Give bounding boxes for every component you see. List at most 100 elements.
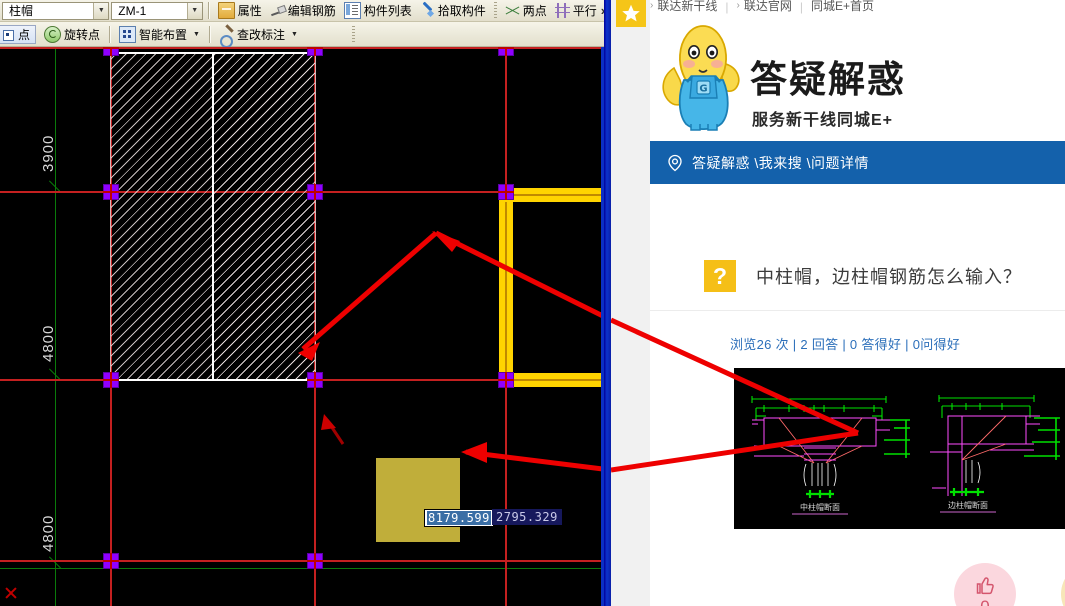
properties-label: 属性 — [237, 4, 262, 18]
smart-layout-button[interactable]: 智能布置 ▼ — [115, 25, 204, 44]
dimension-label: 3900 — [40, 134, 57, 172]
joint-node[interactable] — [103, 553, 119, 569]
joint-node[interactable] — [103, 184, 119, 200]
answer-attachment-image[interactable]: 中柱帽断面 边柱帽断面 — [734, 368, 1065, 529]
properties-button[interactable]: 属性 — [214, 1, 266, 20]
component-name-value: ZM-1 — [118, 3, 147, 18]
component-list-icon — [343, 2, 361, 19]
slab-edge-line — [110, 379, 316, 381]
location-pin-icon — [668, 154, 682, 171]
joint-node[interactable] — [307, 184, 323, 200]
properties-icon — [217, 2, 235, 19]
svg-text:G: G — [699, 84, 707, 95]
component-type-value: 柱帽 — [9, 4, 34, 18]
chevron-down-icon[interactable]: ▼ — [291, 31, 298, 38]
coordinate-input-y-value: 2795.329 — [496, 510, 558, 524]
cad-caption-left: 中柱帽断面 — [800, 502, 840, 512]
slab-divider-line — [212, 53, 214, 380]
rotate-point-label: 旋转点 — [64, 27, 101, 42]
joint-node[interactable] — [307, 372, 323, 388]
page-body: G 答疑解惑 服务新干线同城E+ 答疑解惑 \我来搜 \问题详情 ? 中柱帽，边… — [650, 14, 1065, 606]
page-left-gutter — [611, 0, 651, 606]
joint-node[interactable] — [103, 372, 119, 388]
component-list-label: 构件列表 — [363, 4, 412, 18]
joint-node[interactable] — [498, 184, 514, 200]
nav-link-xinganxian[interactable]: › 联达新干线 — [650, 0, 717, 14]
chevron-down-icon[interactable]: ▼ — [193, 31, 200, 38]
toolbar-separator — [109, 25, 111, 43]
pick-component-button[interactable]: 拾取构件 — [416, 1, 490, 20]
toolbar-separator — [208, 25, 210, 43]
site-top-navigation: › 联达新干线 | › 联达官网 | 同城E+首页 — [650, 0, 1065, 14]
edit-annotation-button[interactable]: 查改标注 ▼ — [215, 25, 302, 48]
two-point-button[interactable]: 两点 — [501, 1, 551, 20]
toolbar-grip — [351, 25, 355, 43]
favorite-star-button[interactable] — [616, 0, 646, 27]
like-button[interactable]: 0 — [954, 563, 1016, 606]
selected-column-cap[interactable] — [376, 458, 460, 542]
edit-rebar-icon — [270, 3, 285, 18]
cad-toolbar-secondary: 点 旋转点 智能布置 ▼ 查改标注 ▼ — [0, 22, 611, 48]
beam-center-line — [505, 194, 611, 196]
screen-root: 柱帽 ▼ ZM-1 ▼ 属性 编辑钢筋 构件列表 拾取构件 两点 平行 点 旋转… — [0, 0, 1065, 606]
question-title: 中柱帽，边柱帽钢筋怎么输入？ — [756, 267, 1022, 287]
chevron-down-icon[interactable]: ▼ — [186, 2, 202, 19]
slab-edge-line — [110, 52, 316, 54]
nav-link-label: 联达新干线 — [657, 0, 718, 13]
dimension-label: 4800 — [40, 324, 57, 362]
coordinate-input-x-value: 8179.599 — [427, 511, 491, 525]
edit-annotation-icon — [219, 27, 234, 48]
parallel-label: 平行 — [572, 4, 597, 18]
parallel-button[interactable]: 平行 — [551, 1, 601, 20]
favorite-button[interactable]: 0 — [1061, 563, 1065, 606]
joint-node[interactable] — [103, 47, 119, 56]
nav-link-label: 联达官网 — [743, 0, 792, 13]
parallel-icon — [554, 3, 570, 18]
component-type-combobox[interactable]: 柱帽 ▼ — [2, 1, 110, 20]
brand-title: 答疑解惑 — [750, 58, 906, 101]
thumbs-up-icon — [976, 577, 994, 595]
beam-center-line — [505, 379, 611, 381]
pick-component-label: 拾取构件 — [437, 4, 486, 18]
breadcrumb-text[interactable]: 答疑解惑 \我来搜 \问题详情 — [692, 153, 869, 173]
like-count: 0 — [980, 598, 989, 606]
smart-layout-icon — [119, 25, 137, 43]
component-name-combobox[interactable]: ZM-1 ▼ — [111, 1, 203, 20]
window-right-edge — [604, 0, 611, 606]
edit-rebar-button[interactable]: 编辑钢筋 — [266, 1, 340, 20]
wall-line-red — [0, 560, 611, 562]
rotate-point-icon — [44, 25, 62, 43]
toolbar-separator — [207, 2, 209, 19]
nav-link-official[interactable]: › 联达官网 — [736, 0, 791, 14]
cad-toolbar-primary: 柱帽 ▼ ZM-1 ▼ 属性 编辑钢筋 构件列表 拾取构件 两点 平行 — [0, 0, 611, 22]
mascot-logo-icon: G — [662, 25, 740, 131]
point-icon — [0, 27, 15, 42]
breadcrumb-bar: 答疑解惑 \我来搜 \问题详情 — [650, 141, 1065, 184]
star-icon — [622, 4, 640, 22]
nav-link-home[interactable]: 同城E+首页 — [811, 0, 874, 14]
component-list-button[interactable]: 构件列表 — [340, 1, 416, 20]
joint-node[interactable] — [498, 372, 514, 388]
chevron-down-icon[interactable]: ▼ — [93, 2, 109, 19]
wall-line-red — [0, 47, 611, 49]
nav-link-label: 同城E+首页 — [810, 0, 874, 13]
edit-annotation-label: 查改标注 — [236, 27, 285, 42]
question-stats: 浏览26 次 | 2 回答 | 0 答得好 | 0问得好 — [730, 337, 961, 352]
rotate-point-button[interactable]: 旋转点 — [40, 25, 104, 44]
coordinate-input-x[interactable]: 8179.599 — [424, 509, 494, 527]
joint-node[interactable] — [498, 47, 514, 56]
point-tool-button[interactable]: 点 — [0, 24, 37, 44]
joint-node[interactable] — [307, 47, 323, 56]
cad-drawing-canvas[interactable]: 3900 4800 4800 8179.599 2795.329 — [0, 47, 611, 606]
question-header: ? 中柱帽，边柱帽钢筋怎么输入？ — [650, 242, 1065, 311]
joint-node[interactable] — [307, 553, 323, 569]
chevron-right-icon: › — [736, 0, 740, 11]
slab-hatched-region[interactable] — [213, 53, 316, 380]
content-spacer — [650, 184, 1065, 243]
grid-line-green — [0, 568, 611, 569]
nav-separator: | — [725, 0, 729, 14]
question-mark-icon: ? — [704, 260, 736, 292]
beam-center-line — [505, 192, 507, 382]
pick-component-icon — [420, 3, 435, 18]
coordinate-input-y[interactable]: 2795.329 — [492, 509, 562, 525]
